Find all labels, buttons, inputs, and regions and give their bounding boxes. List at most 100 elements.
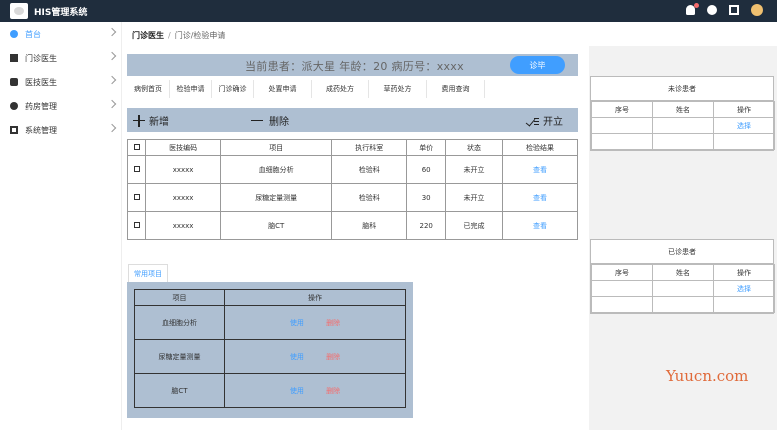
cell-name (652, 133, 714, 150)
column-header: 医技编码 (145, 139, 222, 156)
use-button[interactable]: 使用 (290, 318, 304, 328)
cell-index (591, 117, 653, 134)
cell-dept: 检验科 (331, 155, 408, 184)
column-header: 单价 (406, 139, 447, 156)
minus-icon (251, 119, 263, 122)
cell-item: 血细胞分析 (134, 305, 225, 340)
column-header: 序号 (591, 264, 653, 281)
column-header: 操作 (224, 289, 406, 306)
column-header: 检验结果 (501, 139, 579, 156)
chevron-right-icon (107, 27, 117, 37)
use-button[interactable]: 使用 (290, 352, 304, 362)
cell-code: xxxxx (145, 183, 222, 212)
tab-diagnosis[interactable]: 门诊确诊 (212, 80, 254, 98)
chevron-right-icon (107, 99, 117, 109)
table-header-row: 序号 姓名 操作 (591, 101, 775, 118)
delete-item-button[interactable]: 删除 (326, 386, 340, 396)
sidebar-item-medtech[interactable]: 医技医生 (0, 70, 121, 94)
bell-icon[interactable] (686, 3, 699, 15)
pending-patients-box: 未诊患者 序号 姓名 操作 选择 (590, 76, 775, 151)
select-patient-link[interactable]: 选择 (713, 117, 775, 134)
issue-label: 开立 (543, 117, 563, 128)
cell-status: 已完成 (445, 211, 503, 240)
edit-icon[interactable] (729, 5, 739, 15)
table-header-row: 医技编码 项目 执行科室 单价 状态 检验结果 (126, 139, 579, 156)
issue-icon (527, 115, 539, 127)
tab-lab-request[interactable]: 检验申请 (170, 80, 212, 98)
table-row: 尿糖定量测量 使用 删除 (134, 339, 406, 374)
done-patients-box: 已诊患者 序号 姓名 操作 选择 (590, 239, 775, 314)
cell-status: 未开立 (445, 183, 503, 212)
pharmacy-icon (10, 102, 18, 110)
finish-diagnosis-button[interactable]: 诊毕 (510, 56, 565, 74)
view-result-link[interactable]: 查看 (501, 183, 579, 212)
delete-button[interactable]: 删除 (251, 113, 289, 128)
cell-action (713, 296, 775, 313)
tab-case-home[interactable]: 病例首页 (127, 80, 170, 98)
outpatient-icon (10, 54, 18, 62)
cell-index (591, 296, 653, 313)
row-checkbox[interactable] (126, 155, 147, 184)
select-patient-link[interactable]: 选择 (713, 280, 775, 297)
current-patient-info: 当前患者：派大星 年龄：20 病历号：xxxx (245, 60, 464, 73)
table-row (591, 133, 775, 150)
tab-bar: 病例首页 检验申请 门诊确诊 处置申请 成药处方 草药处方 费用查询 (127, 80, 485, 98)
top-icons (686, 3, 763, 16)
sidebar-item-label: 系统管理 (25, 125, 57, 135)
action-bar: 新增 删除 开立 (127, 108, 578, 132)
cell-item: 尿糖定量测量 (134, 339, 225, 374)
cell-name (652, 117, 714, 134)
select-all-checkbox[interactable] (126, 139, 147, 156)
cell-item: 脑CT (220, 211, 333, 240)
medtech-icon (10, 78, 18, 86)
cell-name (652, 296, 714, 313)
tab-disposal-request[interactable]: 处置申请 (254, 80, 312, 98)
done-patients-table: 序号 姓名 操作 选择 (591, 264, 775, 313)
common-items-table: 项目 操作 血细胞分析 使用 删除 尿糖定量测量 使用 删除 脑CT 使用 删除 (134, 289, 406, 408)
cell-actions: 使用 删除 (224, 339, 406, 374)
table-row: 血细胞分析 使用 删除 (134, 305, 406, 340)
tab-fee-query[interactable]: 费用查询 (427, 80, 485, 98)
delete-item-button[interactable]: 删除 (326, 352, 340, 362)
sidebar-item-label: 首台 (25, 29, 41, 39)
sidebar-item-outpatient[interactable]: 门诊医生 (0, 46, 121, 70)
help-icon[interactable] (707, 5, 717, 15)
row-checkbox[interactable] (126, 211, 147, 240)
chevron-right-icon (107, 123, 117, 133)
cell-price: 60 (406, 155, 447, 184)
sidebar-item-dashboard[interactable]: 首台 (0, 22, 121, 46)
app-logo (10, 3, 28, 19)
chevron-right-icon (107, 51, 117, 61)
delete-label: 删除 (269, 117, 289, 128)
done-patients-title: 已诊患者 (591, 240, 773, 264)
tab-common-items[interactable]: 常用项目 (128, 264, 168, 282)
lab-items-table: 医技编码 项目 执行科室 单价 状态 检验结果 xxxxx 血细胞分析 检验科 … (126, 139, 579, 240)
issue-button[interactable]: 开立 (527, 113, 563, 128)
table-header-row: 项目 操作 (134, 289, 406, 306)
sidebar: 首台 门诊医生 医技医生 药房管理 系统管理 (0, 22, 122, 430)
use-button[interactable]: 使用 (290, 386, 304, 396)
watermark: Yuucn.com (666, 367, 749, 385)
delete-item-button[interactable]: 删除 (326, 318, 340, 328)
table-row (591, 296, 775, 313)
add-button[interactable]: 新增 (133, 113, 169, 128)
cell-item: 脑CT (134, 373, 225, 408)
view-result-link[interactable]: 查看 (501, 211, 579, 240)
sidebar-item-pharmacy[interactable]: 药房管理 (0, 94, 121, 118)
breadcrumb-root[interactable]: 门诊医生 (132, 31, 164, 40)
tab-medicine-prescription[interactable]: 成药处方 (312, 80, 369, 98)
top-bar: HIS管理系统 (0, 0, 777, 22)
tab-herbal-prescription[interactable]: 草药处方 (369, 80, 427, 98)
table-row: 选择 (591, 280, 775, 297)
row-checkbox[interactable] (126, 183, 147, 212)
add-label: 新增 (149, 117, 169, 128)
dashboard-icon (10, 30, 18, 38)
cell-name (652, 280, 714, 297)
cell-index (591, 280, 653, 297)
column-header: 项目 (134, 289, 225, 306)
cell-code: xxxxx (145, 211, 222, 240)
view-result-link[interactable]: 查看 (501, 155, 579, 184)
cell-dept: 检验科 (331, 183, 408, 212)
sidebar-item-system[interactable]: 系统管理 (0, 118, 121, 142)
avatar[interactable] (751, 4, 763, 16)
